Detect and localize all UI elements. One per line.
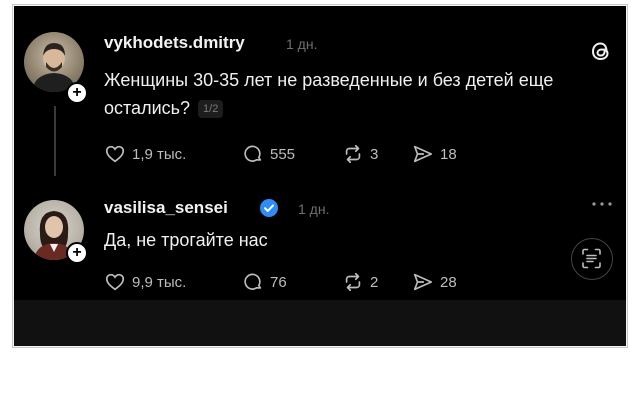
post-time: 1 дн. [298,201,330,217]
threads-feed: + vykhodets.dmitry 1 дн. Женщины 30-35 л… [14,6,626,300]
post-actions: 1,9 тыс. 555 3 18 [104,142,524,166]
page-counter-badge: 1/2 [198,100,224,118]
repost-count: 3 [370,145,379,163]
post-text: Женщины 30-35 лет не разведенные и без д… [104,66,614,122]
username[interactable]: vasilisa_sensei [104,198,228,218]
threads-logo-icon [591,42,609,61]
post: + vykhodets.dmitry 1 дн. Женщины 30-35 л… [14,6,626,186]
reply-button[interactable]: 555 [242,142,295,166]
screen-bottom-area [14,300,626,346]
repost-icon [345,272,361,292]
post-text: Да, не трогайте нас [104,230,268,250]
post: + vasilisa_sensei 1 дн. Да, не трогайте … [14,186,626,300]
repost-button[interactable]: 2 [342,270,378,294]
heart-icon [105,273,125,291]
reply-button[interactable]: 76 [242,270,287,294]
share-button[interactable]: 18 [412,142,457,166]
scan-text-button[interactable] [571,238,613,280]
like-button[interactable]: 9,9 тыс. [104,270,186,294]
reply-count: 76 [270,273,287,291]
like-button[interactable]: 1,9 тыс. [104,142,186,166]
verified-badge-icon [260,199,278,217]
repost-icon [345,144,361,164]
heart-icon [105,145,125,163]
repost-button[interactable]: 3 [342,142,378,166]
share-count: 18 [440,145,457,163]
send-icon [413,273,433,291]
comment-icon [244,145,262,162]
send-icon [413,145,433,163]
post-time: 1 дн. [286,36,318,52]
post-actions: 9,9 тыс. 76 2 28 [104,270,524,294]
share-count: 28 [440,273,457,291]
post-text-content: Женщины 30-35 лет не разведенные и без д… [104,70,554,118]
like-count: 1,9 тыс. [132,145,187,163]
reply-count: 555 [270,145,296,163]
thread-connector-line [54,106,56,176]
follow-plus-icon[interactable]: + [66,82,88,104]
more-options-icon[interactable] [590,200,614,208]
follow-plus-icon[interactable]: + [66,242,88,264]
repost-count: 2 [370,273,379,291]
share-button[interactable]: 28 [412,270,457,294]
scan-text-icon [582,248,601,269]
comment-icon [244,273,262,290]
like-count: 9,9 тыс. [132,273,187,291]
username[interactable]: vykhodets.dmitry [104,33,245,53]
